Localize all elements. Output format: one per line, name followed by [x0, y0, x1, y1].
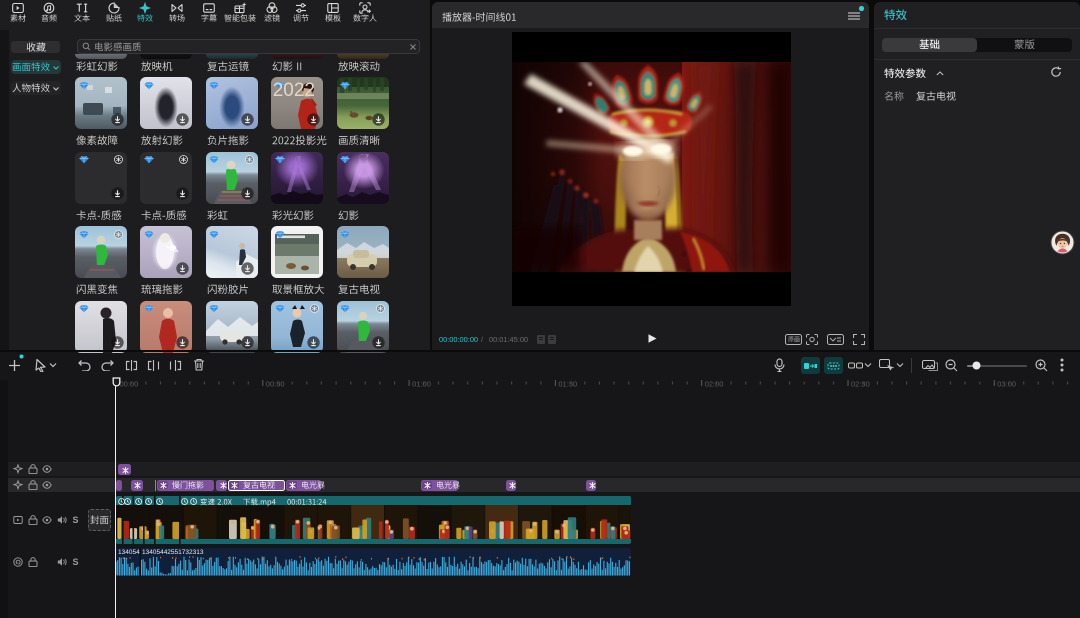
- svg-text:02:00: 02:00: [705, 380, 724, 389]
- svg-text:00:00: 00:00: [120, 380, 139, 389]
- svg-text:03:00: 03:00: [997, 380, 1016, 389]
- svg-text:01:30: 01:30: [558, 380, 577, 389]
- svg-text:02:30: 02:30: [851, 380, 870, 389]
- svg-text:01:00: 01:00: [412, 380, 431, 389]
- svg-text:00:30: 00:30: [266, 380, 285, 389]
